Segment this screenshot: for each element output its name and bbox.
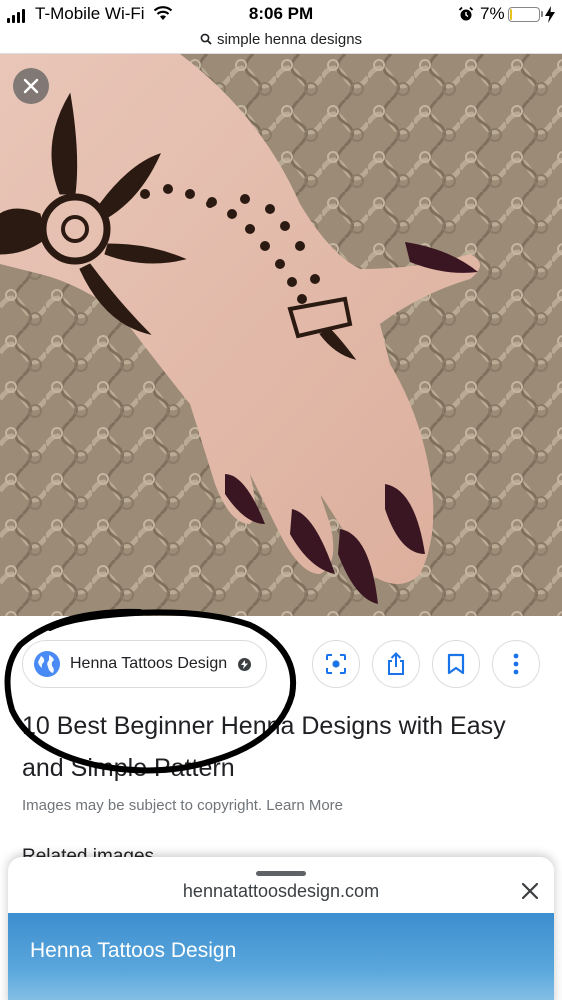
lens-icon	[326, 654, 346, 674]
search-query-text: simple henna designs	[216, 30, 363, 48]
share-button[interactable]	[372, 640, 420, 688]
close-icon	[522, 883, 538, 899]
close-image-button[interactable]	[13, 68, 49, 104]
battery-percent: 7%	[480, 4, 505, 23]
bookmark-icon	[447, 653, 465, 675]
site-banner-title: Henna Tattoos Design	[30, 939, 237, 962]
copyright-notice: Images may be subject to copyright. Lear…	[22, 797, 343, 814]
battery-icon	[508, 7, 540, 22]
more-vert-icon	[513, 653, 519, 675]
result-title[interactable]: 10 Best Beginner Henna Designs with Easy…	[22, 705, 542, 789]
share-icon	[388, 652, 404, 675]
amp-bolt-icon	[238, 657, 252, 671]
battery-level-fill	[510, 9, 512, 20]
search-icon	[200, 33, 212, 45]
globe-icon	[34, 651, 60, 677]
save-button[interactable]	[432, 640, 480, 688]
alarm-icon	[458, 6, 474, 27]
copyright-text: Images may be subject to copyright.	[22, 797, 263, 814]
source-name: Henna Tattoos Design	[70, 655, 228, 672]
sheet-grabber[interactable]	[256, 871, 306, 876]
search-query-bar[interactable]: simple henna designs	[0, 27, 562, 51]
more-options-button[interactable]	[492, 640, 540, 688]
battery-tip	[541, 11, 543, 17]
close-icon	[23, 78, 39, 94]
lens-button[interactable]	[312, 640, 360, 688]
result-image[interactable]	[0, 54, 562, 616]
learn-more-link[interactable]: Learn More	[266, 797, 343, 814]
sheet-domain: hennatattoosdesign.com	[182, 881, 380, 901]
source-chip[interactable]: Henna Tattoos Design	[22, 640, 267, 688]
clock: 8:06 PM	[248, 4, 314, 23]
status-bar: T-Mobile Wi-Fi 8:06 PM 7%	[0, 0, 562, 30]
charging-bolt-icon	[545, 6, 555, 28]
bottom-sheet[interactable]: hennatattoosdesign.com Henna Tattoos Des…	[8, 857, 554, 1000]
sheet-close-button[interactable]	[518, 879, 542, 903]
site-banner: Henna Tattoos Design	[8, 913, 554, 1000]
